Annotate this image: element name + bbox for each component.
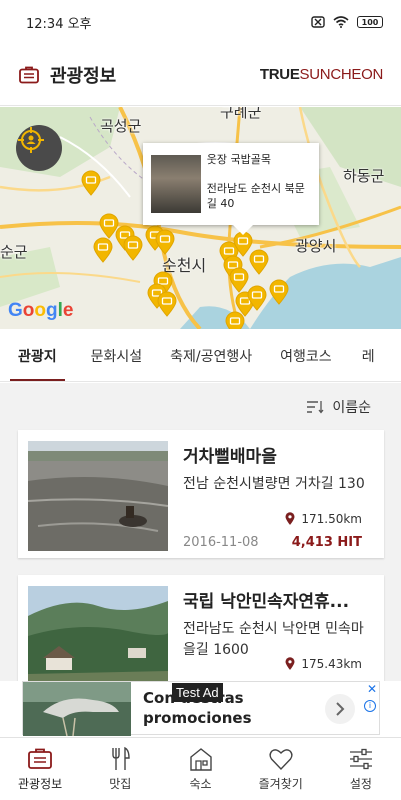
place-date: 2016-11-08 (183, 535, 259, 550)
map-pin[interactable] (80, 170, 102, 196)
sort-button[interactable]: 이름순 (306, 397, 371, 417)
battery-level: 100 (361, 17, 379, 27)
ad-text: Con uestras promociones (143, 689, 252, 727)
ad-close-icon[interactable]: ✕ (367, 682, 377, 696)
location-crosshair-icon (18, 127, 44, 153)
battery-icon: 100 (357, 16, 383, 28)
sliders-icon (349, 748, 372, 770)
place-thumbnail (28, 586, 168, 681)
map-pin[interactable] (224, 311, 246, 329)
map-pin[interactable] (246, 285, 268, 311)
map-pin[interactable] (156, 291, 178, 317)
map-info-popup[interactable]: 웃장 국밥골목 전라남도 순천시 북문길 40 (143, 143, 319, 235)
map-marker-icon (285, 657, 295, 670)
map-pin[interactable] (92, 237, 114, 263)
fork-knife-icon (112, 746, 130, 770)
map-label-hadong: 하동군 (343, 167, 385, 185)
chevron-right-icon (336, 702, 345, 716)
tab-attractions[interactable]: 관광지 (10, 330, 65, 381)
place-hits: 4,413 HIT (291, 535, 362, 550)
place-distance: 175.43km (285, 657, 362, 671)
map-pin[interactable] (248, 249, 270, 275)
mute-icon (311, 16, 325, 28)
place-address: 전라남도 순천시 낙안면 민속마을길 1600 (183, 621, 364, 658)
popup-address: 전라남도 순천시 북문길 40 (206, 182, 305, 210)
heart-icon (269, 749, 293, 771)
tab-more[interactable]: 레 (362, 330, 375, 381)
sort-icon (307, 401, 324, 414)
status-bar: 12:34 오후 100 (0, 0, 401, 44)
category-tabs: 관광지 문화시설 축제/공연행사 여행코스 레 (0, 330, 401, 382)
nav-favorites[interactable]: 즐겨찾기 (241, 738, 321, 800)
place-distance: 171.50km (285, 512, 362, 526)
nav-restaurants[interactable]: 맛집 (80, 738, 160, 800)
map-pin[interactable] (268, 279, 290, 305)
ad-image (23, 682, 131, 736)
map-label-gokseong: 곡성군 (100, 117, 142, 135)
place-name: 국립 낙안민속자연휴... (183, 592, 350, 612)
place-card[interactable]: 거차뻘배마을 전남 순천시별량면 거차길 130 171.50km 2016-1… (18, 430, 384, 558)
google-logo: Google (8, 300, 74, 321)
map-view[interactable]: 구례군 곡성군 하동군 순천시 광양시 순군 웃장 국밥골목 전라남도 순천시 … (0, 107, 401, 329)
place-list[interactable]: 이름순 거차뻘배마을 전남 순천시별량면 거차길 130 171.50km 20… (0, 383, 401, 681)
briefcase-icon (28, 748, 52, 769)
sort-label: 이름순 (332, 400, 371, 416)
ad-info-icon[interactable]: i (364, 700, 376, 712)
page-title: 관광정보 (50, 65, 117, 87)
place-name: 거차뻘배마을 (183, 447, 277, 467)
my-location-button[interactable] (16, 125, 62, 171)
status-time: 12:34 오후 (26, 16, 92, 32)
map-label-gurye: 구례군 (220, 107, 262, 121)
place-address: 전남 순천시별량면 거차길 130 (183, 476, 365, 492)
tab-courses[interactable]: 여행코스 (280, 330, 332, 381)
brand-logo[interactable]: TRUESUNCHEON (260, 66, 383, 83)
map-pin[interactable] (154, 229, 176, 255)
ad-banner[interactable]: Con uestras promociones Test Ad ✕ i (22, 681, 380, 736)
nav-lodging[interactable]: 숙소 (160, 738, 240, 800)
tab-festivals[interactable]: 축제/공연행사 (170, 330, 252, 381)
popup-place-name: 웃장 국밥골목 (206, 153, 271, 166)
popup-thumbnail (151, 155, 201, 213)
briefcase-icon (19, 66, 39, 83)
ad-label: Test Ad (172, 683, 223, 702)
map-label-sungun: 순군 (0, 243, 28, 261)
ad-next-button[interactable] (325, 694, 355, 724)
app-header: 관광정보 TRUESUNCHEON (0, 44, 401, 106)
house-icon (189, 748, 212, 771)
bottom-nav: 관광정보 맛집 숙소 즐겨찾기 설정 (0, 737, 401, 800)
nav-settings[interactable]: 설정 (321, 738, 401, 800)
map-label-gwangyang: 광양시 (295, 237, 337, 255)
nav-tourism[interactable]: 관광정보 (0, 738, 80, 800)
map-pin[interactable] (122, 235, 144, 261)
wifi-icon (333, 16, 349, 28)
app-screen: 12:34 오후 100 관광정보 TRUESUNCHEON 구례군 곡성군 하… (0, 0, 401, 800)
map-marker-icon (285, 512, 295, 525)
place-thumbnail (28, 441, 168, 551)
place-card[interactable]: 국립 낙안민속자연휴... 전라남도 순천시 낙안면 민속마을길 1600 17… (18, 575, 384, 681)
tab-culture[interactable]: 문화시설 (91, 330, 143, 381)
